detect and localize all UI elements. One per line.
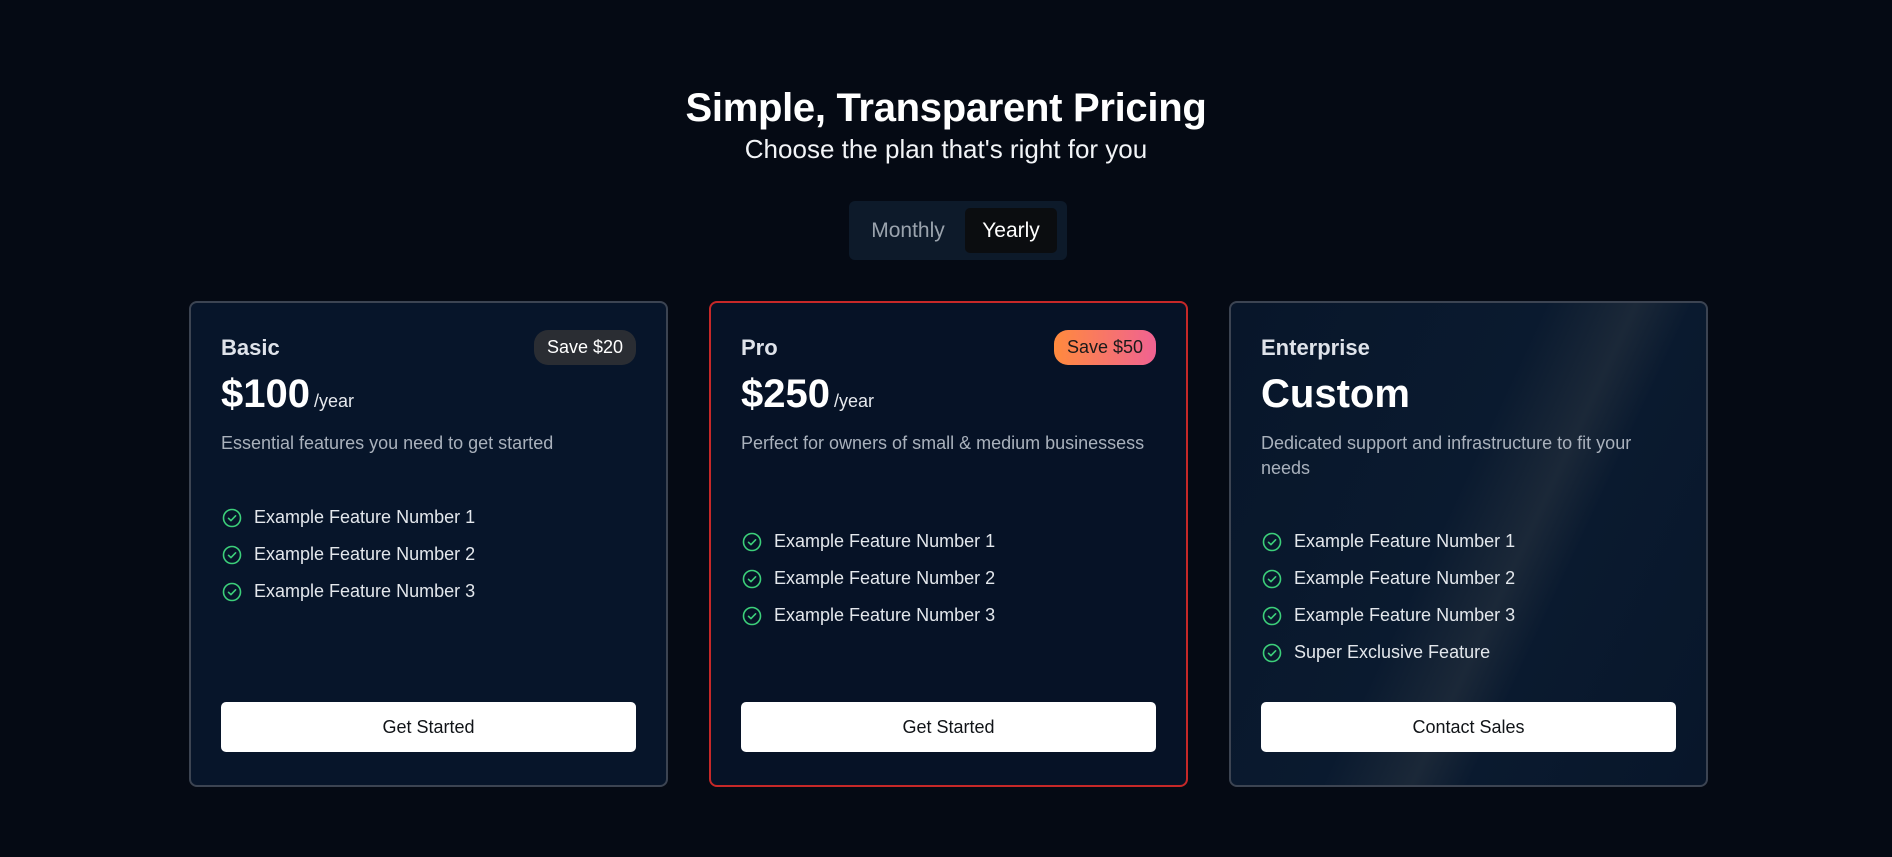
- plan-price: Custom: [1261, 372, 1410, 416]
- feature-item: Example Feature Number 1: [221, 499, 636, 536]
- savings-badge: Save $20: [533, 330, 636, 365]
- plan-name: Basic: [221, 335, 280, 360]
- feature-list: Example Feature Number 1 Example Feature…: [1261, 523, 1676, 671]
- page-title: Simple, Transparent Pricing: [685, 86, 1207, 130]
- plan-card-basic: Basic Save $20 $100 /year Essential feat…: [189, 301, 668, 787]
- feature-item: Example Feature Number 1: [1261, 523, 1676, 560]
- pricing-page: Simple, Transparent Pricing Choose the p…: [0, 0, 1892, 857]
- check-circle-icon: [222, 508, 242, 527]
- feature-label: Example Feature Number 3: [774, 605, 996, 625]
- toggle-monthly[interactable]: Monthly: [861, 208, 955, 253]
- feature-item: Example Feature Number 3: [741, 597, 1156, 634]
- price-row: $250 /year: [741, 369, 874, 419]
- plan-card-enterprise: Enterprise Custom Dedicated support and …: [1229, 301, 1708, 787]
- feature-item: Example Feature Number 2: [741, 560, 1156, 597]
- feature-item: Example Feature Number 2: [1261, 560, 1676, 597]
- feature-label: Example Feature Number 3: [254, 581, 476, 601]
- feature-item: Example Feature Number 3: [1261, 597, 1676, 634]
- plan-description: Perfect for owners of small & medium bus…: [741, 433, 1145, 453]
- check-circle-icon: [742, 606, 762, 625]
- plan-name: Pro: [741, 335, 778, 360]
- price-period: /year: [833, 391, 875, 411]
- feature-label: Example Feature Number 1: [1294, 531, 1516, 551]
- feature-list: Example Feature Number 1 Example Feature…: [221, 499, 636, 610]
- get-started-button[interactable]: Get Started: [221, 702, 636, 752]
- price-period: /year: [313, 391, 355, 411]
- feature-list: Example Feature Number 1 Example Feature…: [741, 523, 1156, 634]
- check-circle-icon: [1262, 643, 1282, 662]
- get-started-button[interactable]: Get Started: [741, 702, 1156, 752]
- price-row: $100 /year: [221, 369, 354, 419]
- feature-item: Example Feature Number 3: [221, 573, 636, 610]
- plan-card-pro: Pro Save $50 $250 /year Perfect for owne…: [709, 301, 1188, 787]
- check-circle-icon: [222, 582, 242, 601]
- check-circle-icon: [1262, 532, 1282, 551]
- savings-badge: Save $50: [1053, 330, 1156, 365]
- toggle-yearly[interactable]: Yearly: [965, 208, 1057, 253]
- plan-description: Essential features you need to get start…: [221, 433, 554, 453]
- pricing-header: Simple, Transparent Pricing Choose the p…: [0, 84, 1892, 166]
- check-circle-icon: [1262, 606, 1282, 625]
- price-row: Custom: [1261, 369, 1410, 419]
- contact-sales-button[interactable]: Contact Sales: [1261, 702, 1676, 752]
- feature-item: Example Feature Number 1: [741, 523, 1156, 560]
- feature-label: Example Feature Number 2: [1294, 568, 1516, 588]
- feature-label: Example Feature Number 1: [254, 507, 476, 527]
- plan-description: Dedicated support and infrastructure to …: [1261, 433, 1632, 478]
- billing-toggle: Monthly Yearly: [849, 201, 1067, 260]
- feature-label: Example Feature Number 3: [1294, 605, 1516, 625]
- feature-label: Example Feature Number 1: [774, 531, 996, 551]
- feature-item: Example Feature Number 2: [221, 536, 636, 573]
- check-circle-icon: [1262, 569, 1282, 588]
- check-circle-icon: [742, 532, 762, 551]
- feature-item: Super Exclusive Feature: [1261, 634, 1676, 671]
- page-subtitle: Choose the plan that's right for you: [744, 134, 1148, 164]
- check-circle-icon: [742, 569, 762, 588]
- feature-label: Super Exclusive Feature: [1294, 642, 1491, 662]
- plan-name: Enterprise: [1261, 335, 1370, 360]
- plan-price: $250: [741, 372, 830, 416]
- feature-label: Example Feature Number 2: [774, 568, 996, 588]
- plan-price: $100: [221, 372, 310, 416]
- check-circle-icon: [222, 545, 242, 564]
- feature-label: Example Feature Number 2: [254, 544, 476, 564]
